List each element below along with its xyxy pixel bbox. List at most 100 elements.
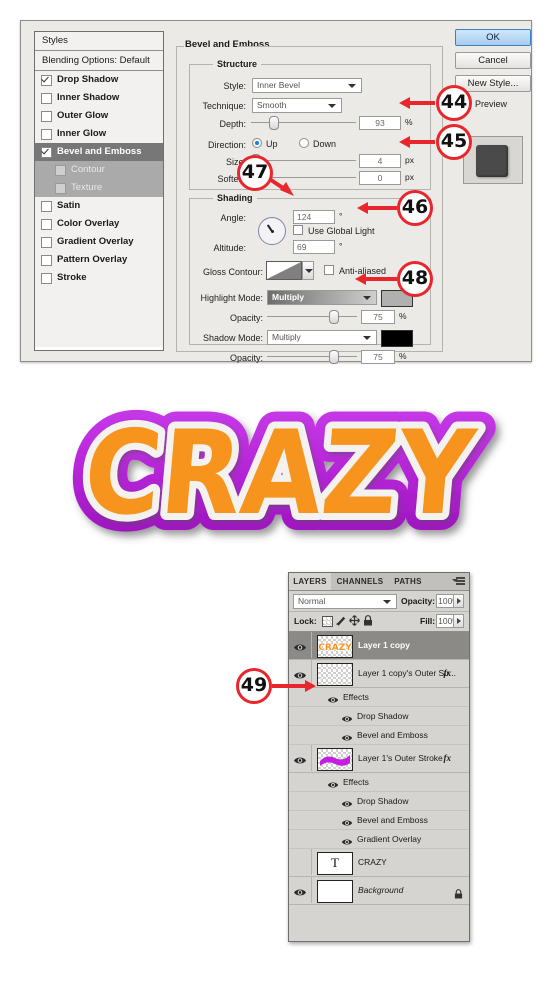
style-item-inner-shadow[interactable]: Inner Shadow	[35, 89, 163, 107]
blend-mode-select[interactable]: Normal	[293, 594, 397, 609]
fx-badge-icon[interactable]: fx	[444, 668, 452, 678]
layer-row[interactable]: Layer 1's Outer Stroke fx	[289, 745, 469, 773]
fx-badge-icon[interactable]: fx	[444, 753, 452, 763]
effects-group-row[interactable]: Effects	[289, 773, 469, 792]
eye-icon[interactable]	[327, 692, 339, 703]
style-item-color-overlay[interactable]: Color Overlay	[35, 215, 163, 233]
eye-icon[interactable]	[341, 834, 353, 845]
layer-thumbnail[interactable]	[317, 748, 353, 771]
depth-field[interactable]: 93	[359, 116, 401, 130]
eye-icon[interactable]	[341, 815, 353, 826]
effect-row[interactable]: Drop Shadow	[289, 707, 469, 726]
technique-select[interactable]: Smooth	[252, 98, 342, 113]
checkbox-icon[interactable]	[41, 74, 52, 86]
direction-up-label[interactable]: Up	[266, 139, 278, 149]
shadow-mode-select[interactable]: Multiply	[267, 330, 377, 345]
style-item-contour[interactable]: Contour	[35, 161, 163, 179]
checkbox-icon[interactable]	[41, 128, 52, 140]
checkbox-icon[interactable]	[55, 182, 66, 194]
layer-thumbnail[interactable]: CRAZY	[317, 635, 353, 658]
style-item-satin[interactable]: Satin	[35, 197, 163, 215]
tab-channels[interactable]: CHANNELS	[331, 573, 389, 590]
effect-row[interactable]: Bevel and Emboss	[289, 726, 469, 745]
style-item-pattern-overlay[interactable]: Pattern Overlay	[35, 251, 163, 269]
eye-icon[interactable]	[293, 640, 307, 651]
checkbox-icon[interactable]	[41, 200, 52, 212]
shadow-opacity-field[interactable]: 75	[361, 350, 395, 364]
direction-down-label[interactable]: Down	[313, 139, 336, 149]
soften-field[interactable]: 0	[359, 171, 401, 185]
move-lock-icon[interactable]	[349, 615, 360, 626]
slider-knob[interactable]	[329, 310, 339, 324]
highlight-opacity-field[interactable]: 75	[361, 310, 395, 324]
gloss-contour-preview[interactable]	[266, 261, 302, 280]
eye-icon[interactable]	[341, 730, 353, 741]
style-item-inner-glow[interactable]: Inner Glow	[35, 125, 163, 143]
all-lock-icon[interactable]	[363, 615, 373, 626]
eye-icon[interactable]	[341, 796, 353, 807]
fill-stepper[interactable]	[453, 614, 464, 628]
size-field[interactable]: 4	[359, 154, 401, 168]
shadow-opacity-slider[interactable]	[267, 350, 357, 364]
highlight-mode-select[interactable]: Multiply	[267, 290, 377, 305]
cancel-button[interactable]: Cancel	[455, 52, 531, 69]
use-global-light-checkbox[interactable]	[293, 225, 303, 235]
angle-dial[interactable]	[258, 217, 286, 245]
opacity-stepper[interactable]	[453, 594, 464, 608]
direction-up-radio[interactable]	[252, 138, 262, 148]
ok-button[interactable]: OK	[455, 29, 531, 46]
layer-name: Layer 1 copy's Outer Str...	[358, 668, 456, 678]
layer-row[interactable]: CRAZY Layer 1 copy	[289, 632, 469, 660]
direction-down-radio[interactable]	[299, 138, 309, 148]
style-item-gradient-overlay[interactable]: Gradient Overlay	[35, 233, 163, 251]
use-global-light-label[interactable]: Use Global Light	[308, 226, 375, 236]
checkbox-icon[interactable]	[41, 218, 52, 230]
slider-knob[interactable]	[329, 350, 339, 364]
depth-slider[interactable]	[251, 116, 356, 130]
checkbox-icon[interactable]	[55, 164, 66, 176]
altitude-field[interactable]: 69	[293, 240, 335, 254]
blending-options-item[interactable]: Blending Options: Default	[35, 51, 163, 71]
style-item-bevel-and-emboss[interactable]: Bevel and Emboss	[35, 143, 163, 161]
checkbox-icon[interactable]	[41, 146, 52, 158]
checkbox-icon[interactable]	[41, 272, 52, 284]
slider-knob[interactable]	[269, 116, 279, 130]
style-item-stroke[interactable]: Stroke	[35, 269, 163, 287]
checkbox-icon[interactable]	[41, 236, 52, 248]
layer-row[interactable]: T CRAZY	[289, 849, 469, 877]
tab-paths[interactable]: PATHS	[389, 573, 427, 590]
layer-row[interactable]: Layer 1 copy's Outer Str... fx	[289, 660, 469, 688]
effect-row[interactable]: Bevel and Emboss	[289, 811, 469, 830]
anti-aliased-checkbox[interactable]	[324, 265, 334, 275]
layer-row[interactable]: Background	[289, 877, 469, 905]
panel-menu-icon[interactable]	[452, 577, 465, 586]
brush-lock-icon[interactable]	[335, 615, 346, 626]
style-item-texture[interactable]: Texture	[35, 179, 163, 197]
effects-group-row[interactable]: Effects	[289, 688, 469, 707]
layer-thumbnail[interactable]	[317, 663, 353, 686]
tab-layers[interactable]: LAYERS	[289, 573, 331, 590]
eye-icon[interactable]	[293, 668, 307, 679]
layer-thumbnail[interactable]: T	[317, 852, 353, 875]
effect-row[interactable]: Drop Shadow	[289, 792, 469, 811]
layer-thumbnail[interactable]	[317, 880, 353, 903]
checkbox-icon[interactable]	[41, 254, 52, 266]
checkbox-icon[interactable]	[41, 110, 52, 122]
highlight-opacity-slider[interactable]	[267, 310, 357, 324]
style-item-drop-shadow[interactable]: Drop Shadow	[35, 71, 163, 89]
eye-icon[interactable]	[293, 857, 307, 868]
style-item-outer-glow[interactable]: Outer Glow	[35, 107, 163, 125]
fill-label: Fill:	[420, 616, 436, 626]
gloss-contour-dropdown[interactable]	[302, 261, 314, 280]
eye-icon[interactable]	[327, 777, 339, 788]
shadow-color-swatch[interactable]	[381, 330, 413, 347]
effect-row[interactable]: Gradient Overlay	[289, 830, 469, 849]
preview-label[interactable]: Preview	[475, 99, 507, 109]
style-select[interactable]: Inner Bevel	[252, 78, 362, 93]
eye-icon[interactable]	[293, 753, 307, 764]
angle-field[interactable]: 124	[293, 210, 335, 224]
transparency-lock-icon[interactable]	[322, 616, 333, 627]
eye-icon[interactable]	[293, 885, 307, 896]
eye-icon[interactable]	[341, 711, 353, 722]
checkbox-icon[interactable]	[41, 92, 52, 104]
